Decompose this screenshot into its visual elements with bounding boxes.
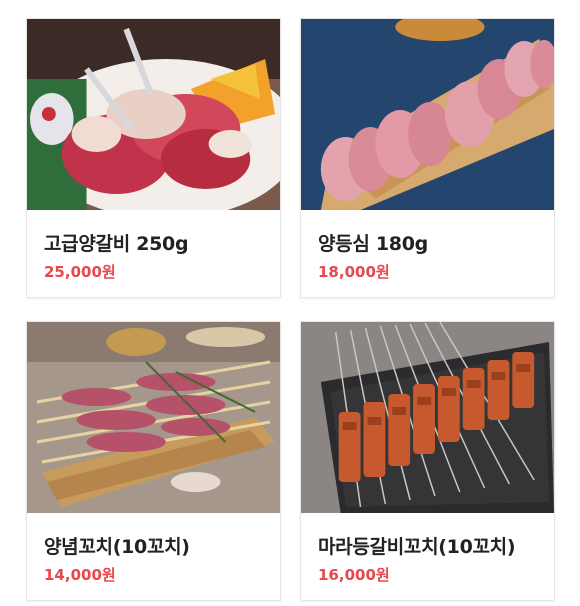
menu-item-card[interactable]: 양등심 180g 18,000원 <box>300 18 555 298</box>
lamb-loin-photo <box>301 19 554 210</box>
menu-item-card[interactable]: 양념꼬치(10꼬치) 14,000원 <box>26 321 281 601</box>
menu-item-price: 16,000원 <box>318 566 390 584</box>
menu-grid: 고급양갈비 250g 25,000원 양등심 180g 18,000원 양념꼬치… <box>0 0 580 606</box>
menu-item-name: 고급양갈비 250g <box>44 233 189 255</box>
menu-item-price: 25,000원 <box>44 263 116 281</box>
menu-item-name: 마라등갈비꼬치(10꼬치) <box>318 536 516 558</box>
menu-item-card[interactable]: 고급양갈비 250g 25,000원 <box>26 18 281 298</box>
menu-item-price: 18,000원 <box>318 263 390 281</box>
menu-item-name: 양념꼬치(10꼬치) <box>44 536 190 558</box>
lamb-ribs-photo <box>27 19 280 210</box>
mala-rib-skewers-photo <box>301 322 554 513</box>
menu-item-price: 14,000원 <box>44 566 116 584</box>
menu-item-card[interactable]: 마라등갈비꼬치(10꼬치) 16,000원 <box>300 321 555 601</box>
menu-item-name: 양등심 180g <box>318 233 428 255</box>
seasoned-skewers-photo <box>27 322 280 513</box>
